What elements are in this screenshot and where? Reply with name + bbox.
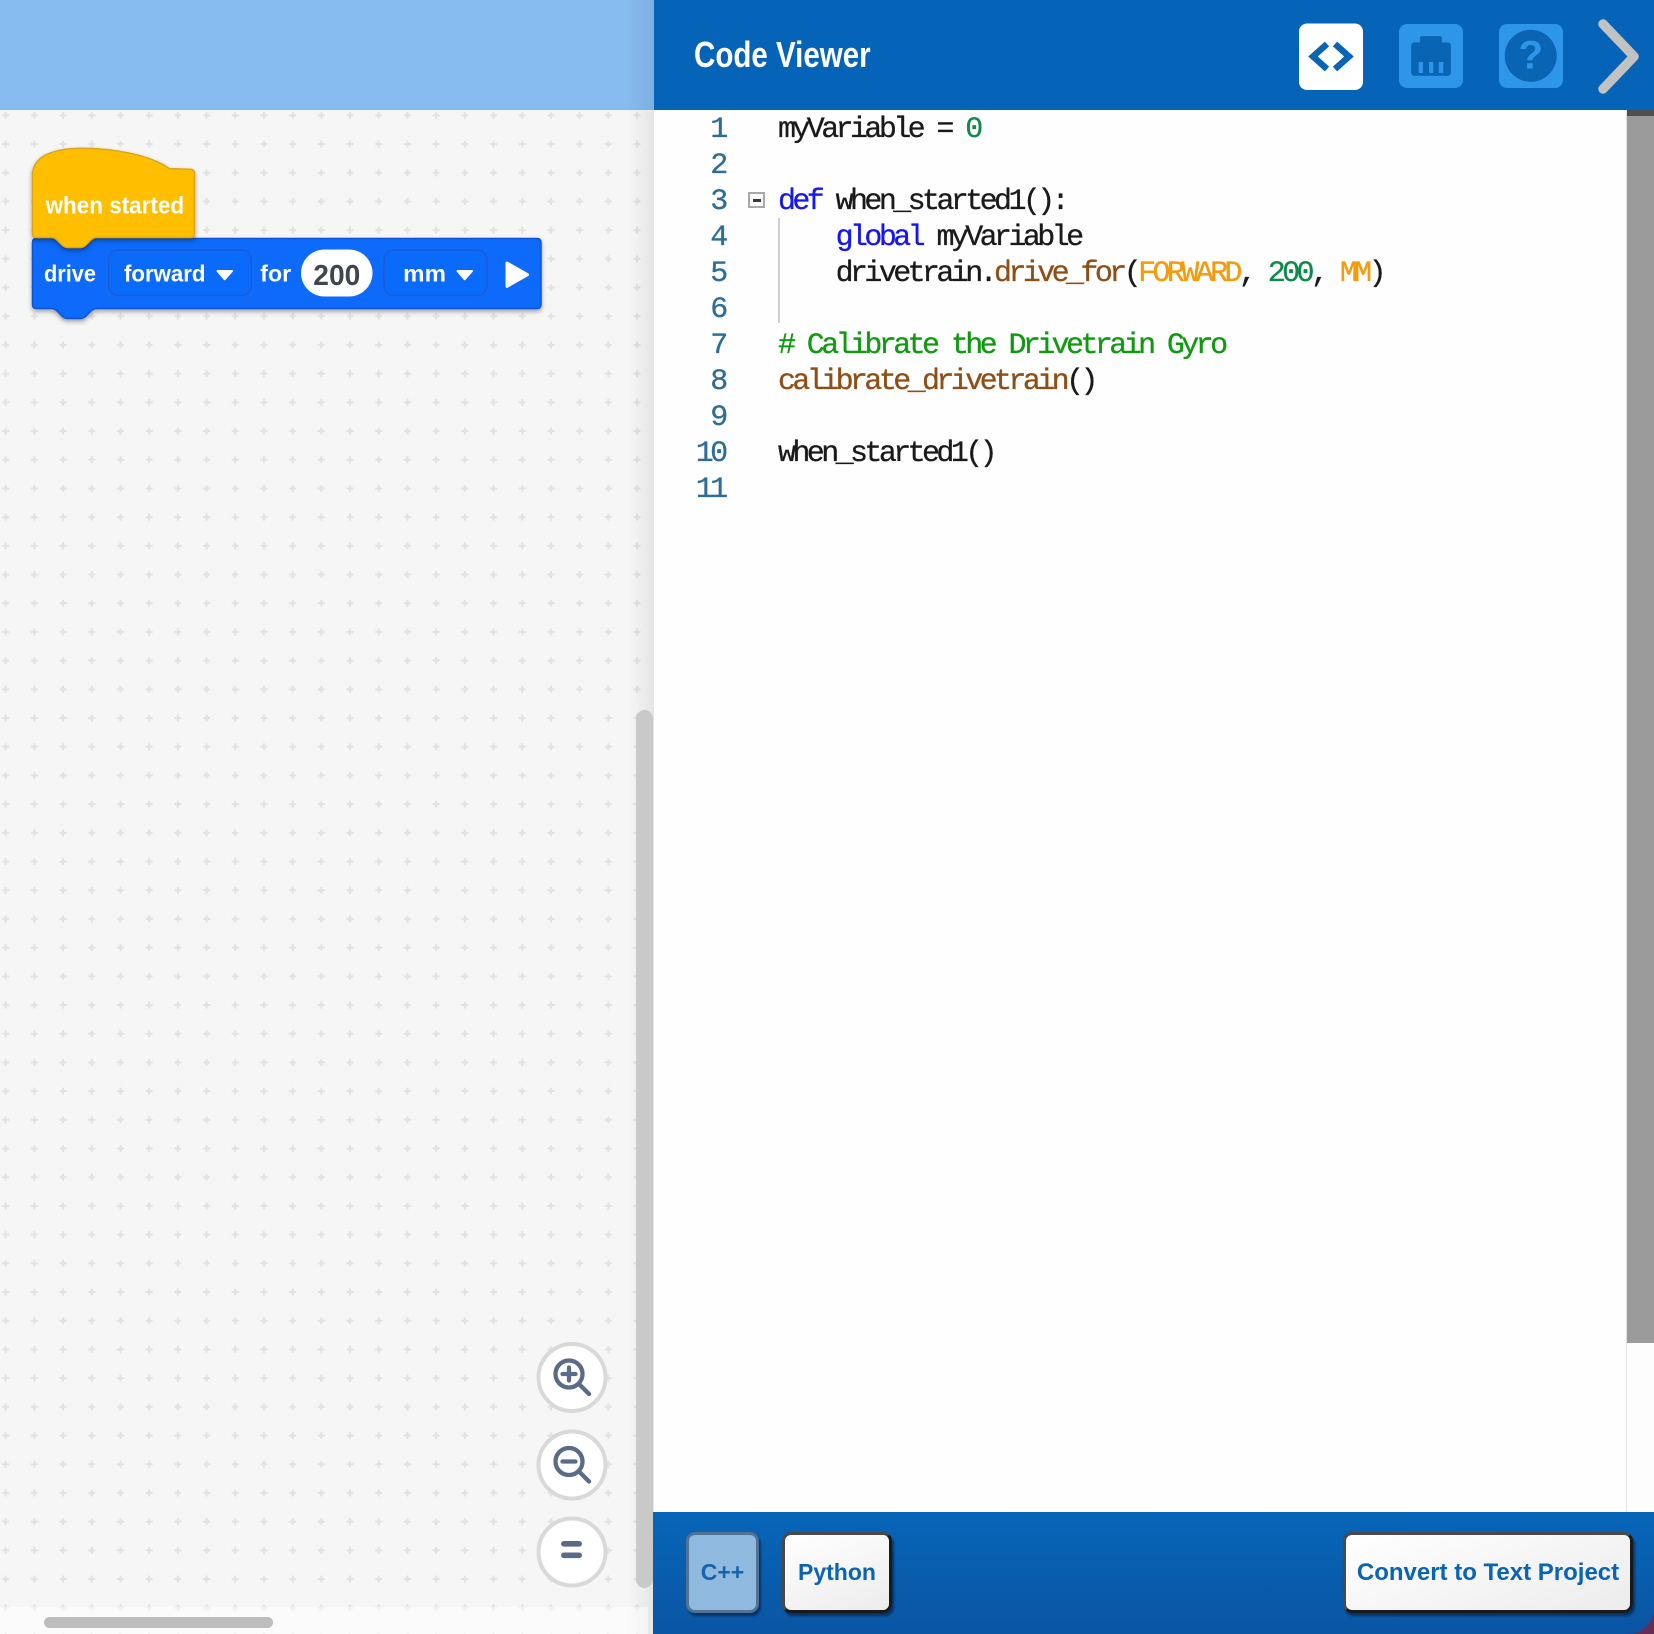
svg-text:200: 200 [313, 260, 360, 292]
svg-text:when started: when started [45, 192, 184, 219]
svg-text:for: for [260, 261, 291, 287]
svg-text:forward: forward [124, 261, 206, 287]
svg-text:drive: drive [44, 261, 96, 287]
svg-text:?: ? [1518, 34, 1542, 78]
svg-text:mm: mm [403, 261, 446, 287]
